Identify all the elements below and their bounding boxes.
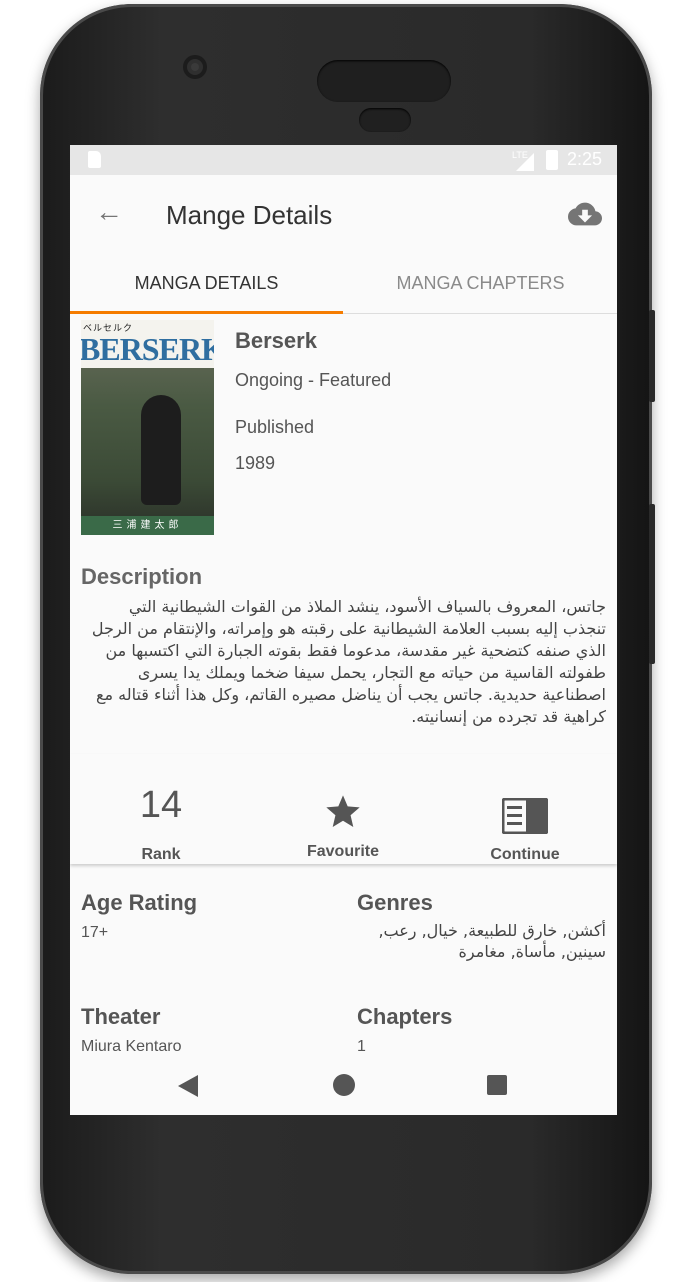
description-heading: Description (81, 564, 203, 589)
sd-card-icon (88, 151, 101, 168)
app-screen: LTE 2:25 ← Mange Details MANGA DETAILS M… (70, 145, 617, 1115)
manga-status: Ongoing - Featured (235, 370, 392, 390)
nav-back-icon[interactable] (178, 1075, 198, 1097)
arrow-back-icon[interactable]: ← (94, 197, 124, 227)
tab-manga-chapters[interactable]: MANGA CHAPTERS (344, 255, 617, 311)
network-type: LTE (512, 150, 528, 160)
app-bar: ← Mange Details (70, 175, 617, 255)
age-rating-label: Age Rating (81, 890, 198, 915)
description-text: جاتس، المعروف بالسياف الأسود، ينشد الملا… (91, 597, 606, 726)
age-rating-value: 17+ (81, 924, 109, 941)
theater-value: Miura Kentaro (81, 1038, 182, 1055)
nav-home-icon[interactable] (333, 1074, 355, 1096)
tab-bar: MANGA DETAILS MANGA CHAPTERS (70, 255, 617, 314)
chapters-value: 1 (357, 1038, 366, 1055)
cloud-download-icon[interactable] (568, 197, 602, 231)
system-nav-bar (70, 1063, 617, 1115)
genres-value: أكشن, خارق للطبيعة, خيال, رعب, سينين, مأ… (378, 921, 606, 961)
manga-title: Berserk (235, 328, 317, 353)
volume-button (649, 310, 655, 402)
cover-figure (141, 395, 181, 505)
stats-card: 14 Rank Favourite Continue (70, 754, 617, 864)
continue-button[interactable]: Continue (434, 754, 616, 864)
nav-recents-icon[interactable] (487, 1075, 507, 1095)
tab-indicator (70, 311, 343, 314)
cover-logo: BERSERK (81, 331, 214, 367)
favourite-label: Favourite (306, 843, 379, 860)
favourite-button[interactable]: Favourite (252, 754, 434, 864)
genres-label: Genres (357, 890, 433, 915)
status-bar: LTE 2:25 (70, 145, 617, 175)
rank-stat: 14 Rank (70, 754, 252, 864)
manga-cover-image: ベルセルク BERSERK 三浦建太郎 (81, 320, 214, 535)
tab-manga-details[interactable]: MANGA DETAILS (70, 255, 343, 311)
published-label: Published (235, 417, 315, 437)
earpiece-speaker (317, 60, 451, 102)
cover-author: 三浦建太郎 (81, 516, 214, 535)
proximity-sensor (359, 108, 411, 132)
star-icon (326, 795, 360, 827)
page-title: Mange Details (166, 200, 333, 230)
book-icon (502, 798, 548, 834)
rank-value: 14 (139, 784, 183, 826)
power-button (649, 504, 655, 664)
chapters-label: Chapters (357, 1004, 453, 1029)
rank-label: Rank (141, 846, 181, 863)
continue-label: Continue (490, 846, 560, 863)
front-camera (183, 55, 207, 79)
battery-icon (546, 150, 558, 170)
theater-label: Theater (81, 1004, 161, 1029)
status-time: 2:25 (567, 149, 603, 169)
published-year: 1989 (235, 453, 276, 473)
